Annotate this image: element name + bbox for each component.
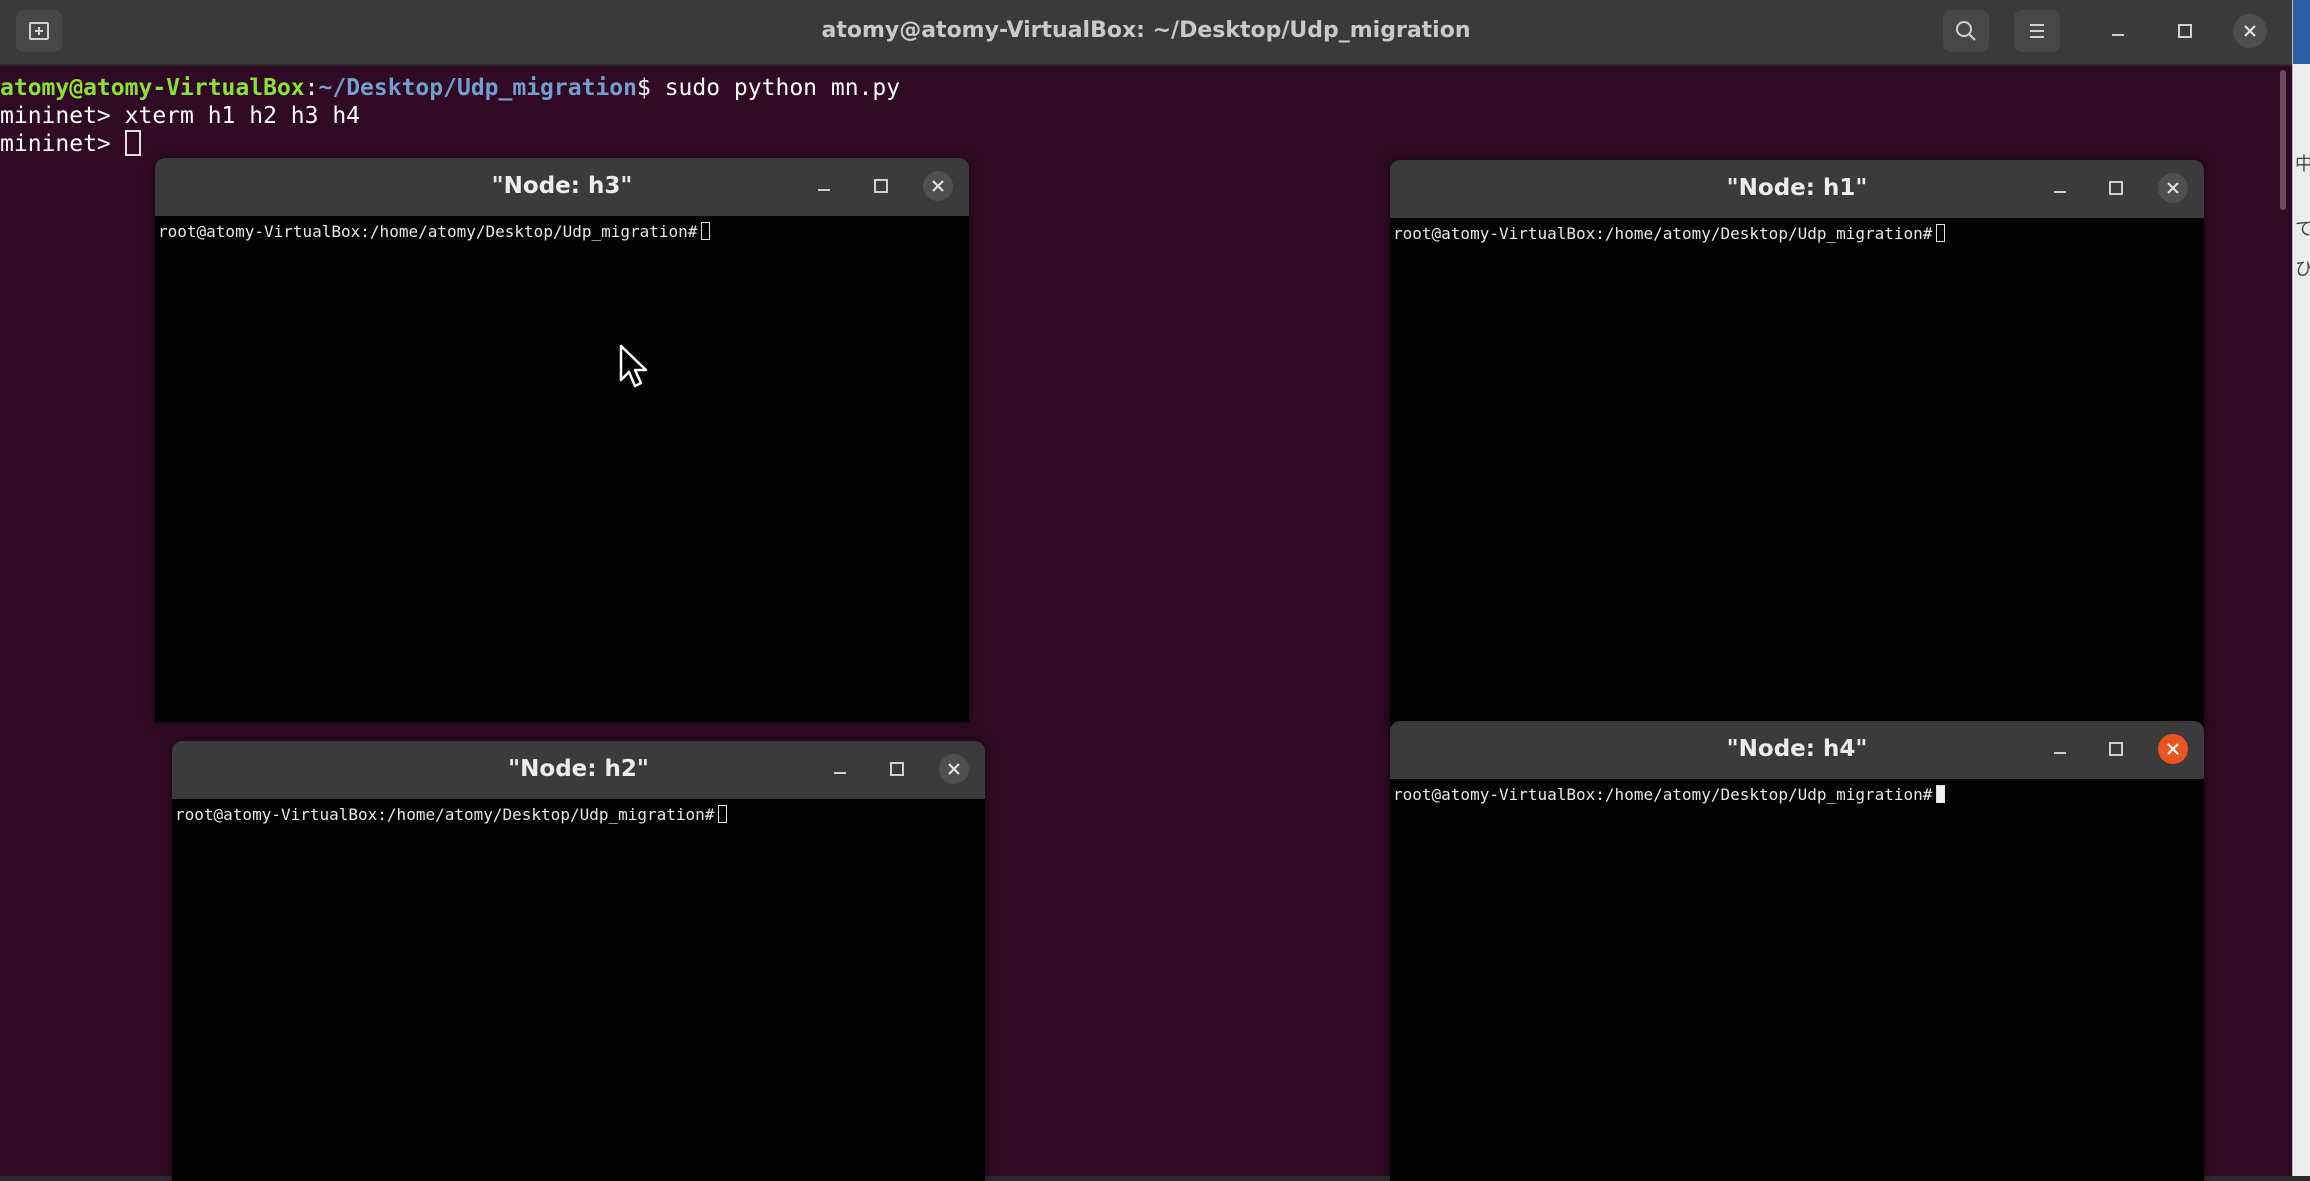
terminal-line-2: mininet> xterm h1 h2 h3 h4 [0,103,361,129]
xterm-cursor [701,222,711,240]
xterm-prompt: root@atomy-VirtualBox:/home/atomy/Deskto… [175,805,715,824]
background-window-edge[interactable]: 中 て ひ [2292,0,2310,1176]
close-icon [2167,182,2179,194]
minimize-button[interactable] [2101,14,2135,48]
xterm-prompt: root@atomy-VirtualBox:/home/atomy/Deskto… [1393,785,1933,804]
xterm-maximize-button[interactable] [882,754,912,784]
xterm-minimize-button[interactable] [2045,173,2075,203]
scrollbar-thumb[interactable] [2280,70,2286,210]
command-text: $ sudo python mn.py [637,75,901,101]
xterm-close-button[interactable] [2158,173,2188,203]
minimize-icon [818,189,830,191]
xterm-maximize-button[interactable] [2101,734,2131,764]
mininet-prompt: mininet> [0,131,125,157]
terminal-line-3: mininet> [0,130,2292,158]
xterm-titlebar[interactable]: "Node: h2" [172,741,985,799]
xterm-minimize-button[interactable] [809,171,839,201]
xterm-title: "Node: h4" [1726,736,1868,762]
xterm-content[interactable]: root@atomy-VirtualBox:/home/atomy/Deskto… [158,222,969,242]
close-button[interactable] [2233,14,2267,48]
xterm-prompt: root@atomy-VirtualBox:/home/atomy/Deskto… [1393,224,1933,243]
maximize-icon [2178,24,2192,38]
close-icon [2167,743,2179,755]
close-icon [2244,25,2256,37]
scrollbar[interactable] [2278,66,2288,1176]
header-bar[interactable]: atomy@atomy-VirtualBox: ~/Desktop/Udp_mi… [0,0,2292,66]
xterm-title: "Node: h1" [1726,175,1868,201]
minimize-icon [2054,191,2066,193]
maximize-icon [890,762,904,776]
xterm-title: "Node: h2" [508,756,649,782]
prompt-colon: : [304,75,319,101]
xterm-window-h3[interactable]: "Node: h3" root@atomy-VirtualBox:/home/a… [155,158,969,722]
xterm-content[interactable]: root@atomy-VirtualBox:/home/atomy/Deskto… [175,805,985,825]
search-icon [1956,21,1976,41]
xterm-close-button[interactable] [923,171,953,201]
xterm-cursor [1936,785,1946,803]
xterm-minimize-button[interactable] [2045,734,2075,764]
minimize-icon [834,772,846,774]
maximize-icon [2109,181,2123,195]
prompt-user-host: atomy@atomy-VirtualBox [0,75,305,101]
mouse-pointer-icon [619,344,648,388]
close-icon [948,763,960,775]
minimize-icon [2112,34,2124,36]
xterm-cursor [1936,224,1946,242]
xterm-content[interactable]: root@atomy-VirtualBox:/home/atomy/Deskto… [1393,785,2204,805]
xterm-maximize-button[interactable] [2101,173,2131,203]
menu-button[interactable] [2014,10,2060,52]
side-glyph: て [2295,219,2310,240]
side-glyph: ひ [2295,259,2310,280]
xterm-titlebar[interactable]: "Node: h1" [1390,160,2204,218]
terminal-line-1: atomy@atomy-VirtualBox:~/Desktop/Udp_mig… [0,74,2292,102]
prompt-path: ~/Desktop/Udp_migration [318,75,638,101]
maximize-icon [2109,742,2123,756]
xterm-prompt: root@atomy-VirtualBox:/home/atomy/Deskto… [158,222,698,241]
close-icon [932,180,944,192]
maximize-button[interactable] [2168,14,2202,48]
hamburger-menu-icon [2030,24,2044,38]
xterm-title: "Node: h3" [491,173,633,199]
xterm-close-button[interactable] [2158,734,2188,764]
background-window-titlebar [2293,0,2310,64]
terminal-output[interactable]: atomy@atomy-VirtualBox:~/Desktop/Udp_mig… [0,74,2292,158]
xterm-cursor [718,805,728,823]
maximize-icon [874,179,888,193]
minimize-icon [2054,752,2066,754]
search-button[interactable] [1943,10,1989,52]
side-glyph: 中 [2295,154,2310,175]
xterm-titlebar[interactable]: "Node: h3" [155,158,969,216]
xterm-content[interactable]: root@atomy-VirtualBox:/home/atomy/Deskto… [1393,224,2204,244]
xterm-window-h2[interactable]: "Node: h2" root@atomy-VirtualBox:/home/a… [172,741,985,1181]
xterm-maximize-button[interactable] [866,171,896,201]
terminal-cursor [124,130,141,156]
xterm-window-h1[interactable]: "Node: h1" root@atomy-VirtualBox:/home/a… [1390,160,2204,726]
xterm-window-h4[interactable]: "Node: h4" root@atomy-VirtualBox:/home/a… [1390,721,2204,1181]
xterm-close-button[interactable] [939,754,969,784]
xterm-minimize-button[interactable] [825,754,855,784]
xterm-titlebar[interactable]: "Node: h4" [1390,721,2204,779]
